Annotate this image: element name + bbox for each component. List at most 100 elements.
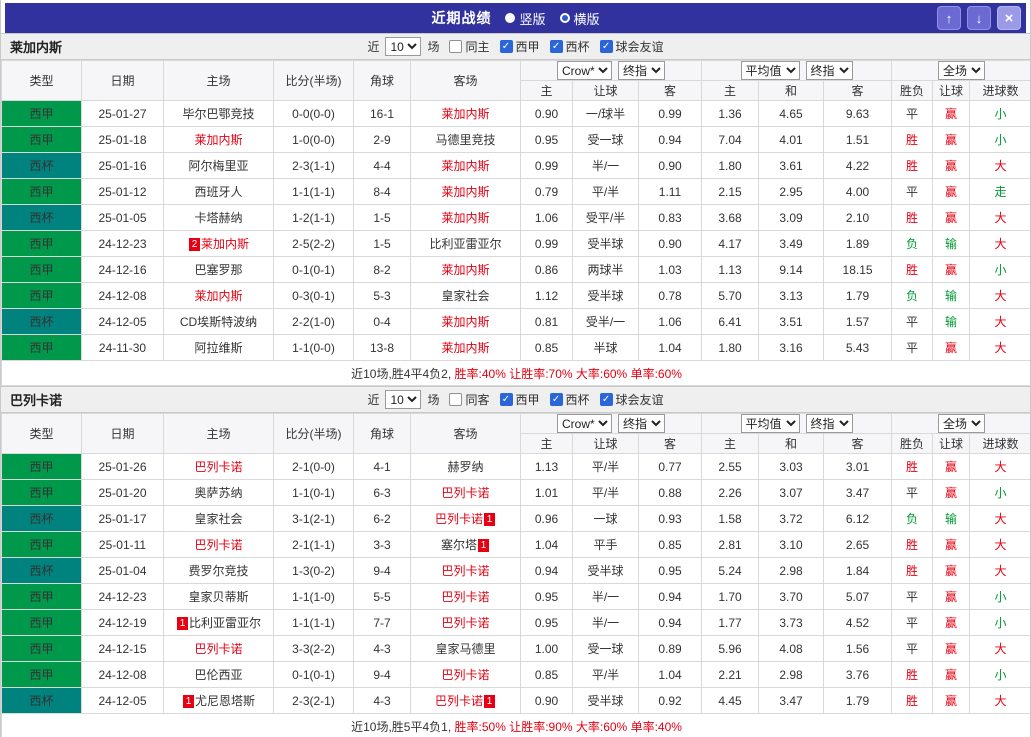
eu-home-odds: 2.15: [701, 178, 760, 205]
same-venue-checkbox[interactable]: 同主: [449, 38, 490, 55]
summary-cell: 近10场,胜5平4负1, 胜率:50% 让胜率:90% 大率:60% 单率:40…: [1, 713, 1030, 737]
home-team: 皇家社会: [163, 505, 274, 532]
match-scope-select[interactable]: 全场: [938, 61, 986, 80]
away-team: 莱加内斯: [410, 308, 521, 335]
asia-handicap: 受一球: [572, 635, 639, 662]
eu-home-odds: 1.13: [701, 256, 760, 283]
away-team-name: 莱加内斯: [441, 341, 490, 355]
league-filter-1[interactable]: ✓ 西甲: [499, 391, 540, 408]
asia-home-odds: 0.96: [520, 505, 573, 532]
scroll-down-button[interactable]: ↓: [967, 6, 991, 30]
home-team: 巴列卡诺: [163, 453, 274, 480]
same-venue-checkbox[interactable]: 同客: [449, 391, 490, 408]
away-team: 马德里竞技: [410, 126, 521, 153]
recent-results-panel: 近期战绩 竖版 横版 ↑ ↓ × 莱加内斯近 10 场同主 ✓ 西甲 ✓ 西杯 ✓ 球会友谊 类型…: [0, 0, 1031, 737]
eu-draw-odds: 3.73: [758, 609, 825, 636]
eu-draw-odds: 3.51: [758, 308, 825, 335]
red-card-badge: 1: [176, 617, 188, 630]
league-type: 西甲: [1, 531, 82, 558]
home-team-name: 巴伦西亚: [194, 668, 243, 682]
league-filter-3[interactable]: ✓ 球会友谊: [599, 38, 664, 55]
match-row: 西甲 24-12-08 莱加内斯 0-3(0-1) 5-3 皇家社会 1.12 受半球 0.78…: [1, 282, 1030, 309]
eu-home-odds: 4.45: [701, 687, 760, 714]
asia-final-odds-select[interactable]: 终指: [618, 61, 665, 80]
eu-average-select[interactable]: 平均值: [740, 61, 800, 80]
eu-draw-odds: 4.01: [758, 126, 825, 153]
match-row: 西杯 25-01-05 卡塔赫纳 1-2(1-1) 1-5 莱加内斯 1.06 受平/半 0.8…: [1, 204, 1030, 231]
league-type: 西甲: [1, 334, 82, 361]
match-scope-select[interactable]: 全场: [938, 414, 986, 433]
score: 1-0(0-0): [273, 126, 354, 153]
asia-home-odds: 0.99: [520, 152, 573, 179]
league-filter-3[interactable]: ✓ 球会友谊: [599, 391, 664, 408]
asia-home-odds: 0.85: [520, 661, 573, 688]
away-team-name: 莱加内斯: [441, 107, 490, 121]
home-team-name: CD埃斯特波纳: [179, 315, 258, 329]
result-handicap: 赢: [932, 204, 971, 231]
filter-controls: 近 10 场同客 ✓ 西甲 ✓ 西杯 ✓ 球会友谊: [367, 390, 664, 409]
asia-final-odds-select[interactable]: 终指: [618, 414, 665, 433]
league-filter-2[interactable]: ✓ 西杯: [549, 391, 590, 408]
home-team: 费罗尔竞技: [163, 557, 274, 584]
result-handicap: 赢: [932, 687, 971, 714]
asia-odds-header-cell: Crow* 终指: [519, 60, 703, 81]
sub-column-header: 进球数: [969, 80, 1030, 101]
away-team: 巴列卡诺 1: [410, 687, 521, 714]
asia-handicap: 受平/半: [572, 204, 639, 231]
match-count-select[interactable]: 10: [385, 390, 422, 409]
layout-radio-vertical[interactable]: 竖版: [505, 9, 546, 28]
match-date: 25-01-27: [81, 100, 164, 127]
corner-count: 4-3: [353, 687, 411, 714]
near-label: 近: [367, 393, 380, 407]
result-goals: 大: [969, 453, 1030, 480]
result-handicap: 输: [932, 308, 971, 335]
league-filter-2[interactable]: ✓ 西杯: [549, 38, 590, 55]
home-team-name: 阿尔梅里亚: [188, 159, 249, 173]
away-team-name: 莱加内斯: [441, 185, 490, 199]
near-label: 近: [367, 40, 380, 54]
match-row: 西甲 24-11-30 阿拉维斯 1-1(0-0) 13-8 莱加内斯 0.85 半球 1.04…: [1, 334, 1030, 361]
eu-home-odds: 5.96: [701, 635, 760, 662]
asia-home-odds: 0.85: [520, 334, 573, 361]
asia-handicap: 受一球: [572, 126, 639, 153]
home-team: 2 莱加内斯: [163, 230, 274, 257]
home-team: 巴列卡诺: [163, 635, 274, 662]
result-outcome: 平: [891, 479, 934, 506]
sub-column-header: 客: [637, 80, 703, 101]
eu-final-odds-select[interactable]: 终指: [805, 414, 853, 433]
scroll-up-button[interactable]: ↑: [937, 6, 961, 30]
league-filter-1[interactable]: ✓ 西甲: [499, 38, 540, 55]
sub-column-header: 胜负: [891, 80, 934, 101]
away-team-name: 赫罗纳: [447, 460, 484, 474]
home-team-name: 费罗尔竞技: [188, 564, 249, 578]
result-goals: 大: [969, 308, 1030, 335]
eu-away-odds: 4.00: [823, 178, 893, 205]
home-team: 莱加内斯: [163, 126, 274, 153]
sub-column-header: 主: [701, 433, 760, 454]
score: 0-1(0-1): [273, 256, 354, 283]
asia-handicap: 受半球: [572, 282, 639, 309]
layout-radio-horizontal[interactable]: 横版: [559, 9, 600, 28]
checkbox-checked-icon: ✓: [599, 40, 613, 53]
home-team-name: 西班牙人: [194, 185, 243, 199]
close-button[interactable]: ×: [997, 6, 1021, 30]
away-team-name: 巴列卡诺: [441, 668, 490, 682]
asia-odds-header-cell: Crow* 终指: [519, 413, 703, 434]
odds-company-select[interactable]: Crow*: [557, 61, 612, 80]
result-goals: 大: [969, 152, 1030, 179]
arrow-down-icon: ↓: [975, 10, 983, 26]
eu-away-odds: 1.51: [823, 126, 893, 153]
result-handicap: 赢: [932, 126, 971, 153]
eu-away-odds: 3.76: [823, 661, 893, 688]
match-row: 西杯 24-12-05 1 尤尼恩塔斯 2-3(2-1) 4-3 巴列卡诺 1 0.90 受半球 0…: [1, 687, 1030, 714]
result-handicap: 输: [932, 282, 971, 309]
result-outcome: 负: [891, 505, 934, 532]
titlebar: 近期战绩 竖版 横版 ↑ ↓ ×: [5, 3, 1026, 33]
asia-handicap: 受半/一: [572, 308, 639, 335]
home-team: 1 尤尼恩塔斯: [163, 687, 274, 714]
eu-away-odds: 18.15: [823, 256, 893, 283]
eu-average-select[interactable]: 平均值: [740, 414, 800, 433]
eu-final-odds-select[interactable]: 终指: [805, 61, 853, 80]
match-count-select[interactable]: 10: [385, 37, 422, 56]
odds-company-select[interactable]: Crow*: [557, 414, 612, 433]
